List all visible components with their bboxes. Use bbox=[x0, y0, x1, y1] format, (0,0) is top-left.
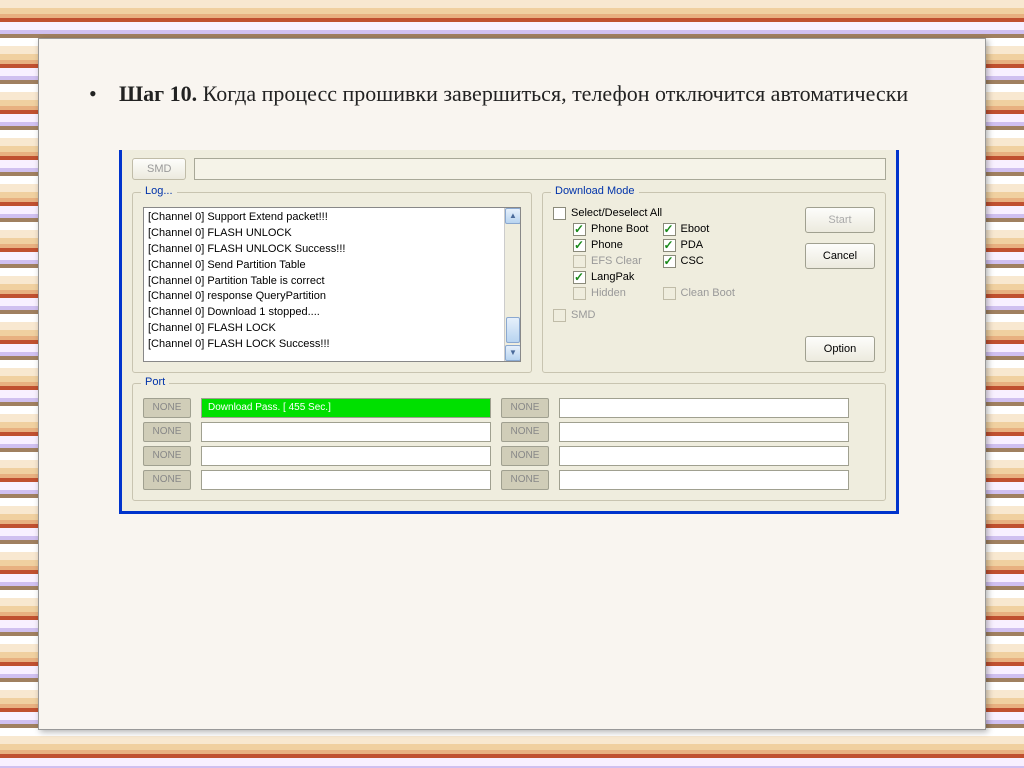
log-line: [Channel 0] FLASH LOCK Success!!! bbox=[148, 337, 516, 353]
smd-button[interactable]: SMD bbox=[132, 158, 186, 180]
log-line: [Channel 0] FLASH UNLOCK bbox=[148, 226, 516, 242]
download-mode-fieldset: Download Mode Select/Deselect All Phone … bbox=[542, 192, 886, 373]
port-label[interactable]: NONE bbox=[143, 422, 191, 442]
smd-checkbox-label: SMD bbox=[571, 309, 595, 321]
log-textarea[interactable]: [Channel 0] Support Extend packet!!![Cha… bbox=[143, 207, 521, 362]
port-status-bar bbox=[559, 398, 849, 418]
checkbox[interactable] bbox=[573, 239, 586, 252]
port-status-bar bbox=[201, 446, 491, 466]
scroll-down-icon[interactable]: ▼ bbox=[505, 345, 521, 361]
start-button[interactable]: Start bbox=[805, 207, 875, 233]
select-all-row[interactable]: Select/Deselect All bbox=[553, 207, 795, 220]
port-label[interactable]: NONE bbox=[143, 470, 191, 490]
log-line: [Channel 0] FLASH UNLOCK Success!!! bbox=[148, 242, 516, 258]
port-status-bar bbox=[559, 446, 849, 466]
checkbox-label: Phone Boot bbox=[591, 223, 649, 235]
port-label[interactable]: NONE bbox=[143, 398, 191, 418]
port-status-pass: Download Pass. [ 455 Sec.] bbox=[201, 398, 491, 418]
port-fieldset: Port NONENONENONENONE Download Pass. [ 4… bbox=[132, 383, 886, 501]
option-phone-boot[interactable]: Phone Boot bbox=[573, 223, 649, 236]
log-line: [Channel 0] Send Partition Table bbox=[148, 258, 516, 274]
step-number: Шаг 10. bbox=[119, 81, 197, 106]
scroll-thumb[interactable] bbox=[506, 317, 520, 343]
option-phone[interactable]: Phone bbox=[573, 239, 649, 252]
checkbox-label: PDA bbox=[681, 239, 704, 251]
checkbox-label: Eboot bbox=[681, 223, 710, 235]
option-button[interactable]: Option bbox=[805, 336, 875, 362]
checkbox-label: Hidden bbox=[591, 287, 626, 299]
port-label[interactable]: NONE bbox=[501, 422, 549, 442]
checkbox-label: CSC bbox=[681, 255, 704, 267]
scroll-up-icon[interactable]: ▲ bbox=[505, 208, 521, 224]
download-mode-title: Download Mode bbox=[551, 185, 639, 197]
checkbox[interactable] bbox=[663, 255, 676, 268]
flasher-window: SMD Log... [Channel 0] Support Extend pa… bbox=[119, 150, 899, 514]
checkbox bbox=[573, 255, 586, 268]
checkbox[interactable] bbox=[573, 271, 586, 284]
checkbox[interactable] bbox=[663, 239, 676, 252]
slide-card: Шаг 10. Когда процесс прошивки завершить… bbox=[38, 38, 986, 730]
smd-checkbox-row: SMD bbox=[553, 309, 795, 322]
option-eboot[interactable]: Eboot bbox=[663, 223, 735, 236]
checkbox bbox=[663, 287, 676, 300]
port-label[interactable]: NONE bbox=[501, 398, 549, 418]
port-label[interactable]: NONE bbox=[501, 470, 549, 490]
smd-path-field[interactable] bbox=[194, 158, 886, 180]
step-heading: Шаг 10. Когда процесс прошивки завершить… bbox=[89, 79, 935, 110]
option-efs-clear: EFS Clear bbox=[573, 255, 649, 268]
port-label[interactable]: NONE bbox=[143, 446, 191, 466]
log-title: Log... bbox=[141, 185, 177, 197]
port-status-bar bbox=[201, 422, 491, 442]
port-title: Port bbox=[141, 376, 169, 388]
checkbox-label: EFS Clear bbox=[591, 255, 642, 267]
select-all-label: Select/Deselect All bbox=[571, 207, 662, 219]
checkbox-label: Phone bbox=[591, 239, 623, 251]
step-text: Когда процесс прошивки завершиться, теле… bbox=[197, 81, 908, 106]
port-status-bar bbox=[201, 470, 491, 490]
log-line: [Channel 0] FLASH LOCK bbox=[148, 321, 516, 337]
option-hidden: Hidden bbox=[573, 287, 649, 300]
log-line: [Channel 0] Partition Table is correct bbox=[148, 274, 516, 290]
checkbox[interactable] bbox=[573, 223, 586, 236]
option-langpak[interactable]: LangPak bbox=[573, 271, 649, 284]
log-line: [Channel 0] Download 1 stopped.... bbox=[148, 305, 516, 321]
log-fieldset: Log... [Channel 0] Support Extend packet… bbox=[132, 192, 532, 373]
log-scrollbar[interactable]: ▲ ▼ bbox=[504, 208, 520, 361]
cancel-button[interactable]: Cancel bbox=[805, 243, 875, 269]
option-pda[interactable]: PDA bbox=[663, 239, 735, 252]
log-line: [Channel 0] response QueryPartition bbox=[148, 289, 516, 305]
select-all-checkbox[interactable] bbox=[553, 207, 566, 220]
port-label[interactable]: NONE bbox=[501, 446, 549, 466]
checkbox-label: Clean Boot bbox=[681, 287, 735, 299]
option-csc[interactable]: CSC bbox=[663, 255, 735, 268]
port-status-bar bbox=[559, 422, 849, 442]
option-clean-boot: Clean Boot bbox=[663, 287, 735, 300]
port-status-bar bbox=[559, 470, 849, 490]
log-line: [Channel 0] Support Extend packet!!! bbox=[148, 210, 516, 226]
checkbox[interactable] bbox=[663, 223, 676, 236]
checkbox bbox=[573, 287, 586, 300]
smd-row: SMD bbox=[132, 158, 886, 180]
checkbox-label: LangPak bbox=[591, 271, 634, 283]
smd-checkbox bbox=[553, 309, 566, 322]
